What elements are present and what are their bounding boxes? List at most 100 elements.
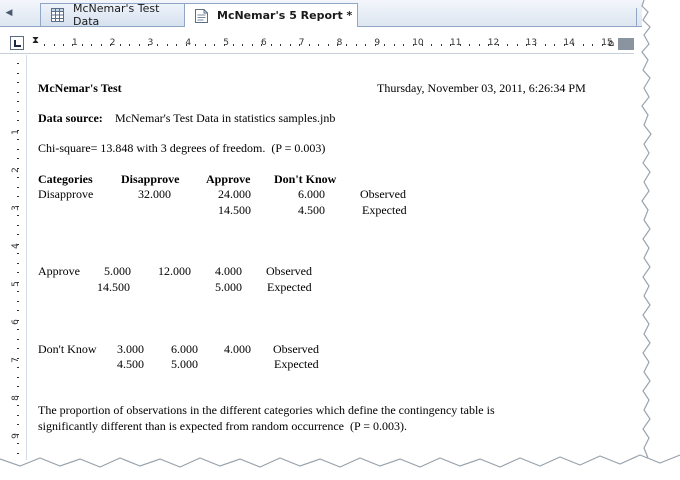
tab-mcnemars-5-report[interactable]: McNemar's 5 Report *	[184, 3, 358, 27]
vertical-ruler-tick-label: 3	[10, 205, 21, 211]
ruler-tick	[242, 44, 244, 46]
vertical-ruler-tick	[17, 177, 19, 178]
vertical-ruler-tick	[17, 300, 19, 302]
vertical-ruler-tick	[17, 243, 19, 245]
ruler-tick-label: 4	[185, 38, 192, 48]
vertical-ruler-tick-label: 5	[10, 281, 21, 287]
cell-expected: 5.000	[215, 280, 242, 294]
ruler-tick	[450, 44, 452, 46]
ruler-tick-label: 12	[487, 38, 500, 48]
ruler-tick-label: 14	[563, 38, 575, 48]
vertical-ruler-tick	[17, 348, 19, 349]
ruler-tick	[327, 44, 329, 46]
ruler-tick	[497, 44, 499, 46]
vertical-ruler-tick-label: 1	[10, 129, 21, 135]
ruler-tick-label: 6	[261, 38, 267, 48]
cell-observed: 6.000	[298, 187, 325, 201]
vertical-ruler-tick	[17, 129, 19, 131]
ruler-tick	[384, 44, 386, 46]
cell-observed: 32.000	[138, 187, 171, 201]
observed-label: Observed	[273, 342, 319, 356]
ruler-tick	[100, 44, 102, 46]
ruler-tick	[157, 44, 159, 46]
left-indent-marker-icon[interactable]: ⧗	[32, 35, 39, 46]
ruler-tick	[233, 44, 234, 46]
ruler-tick	[525, 44, 527, 46]
ruler-tick	[261, 44, 263, 46]
cell-observed: 12.000	[158, 264, 191, 278]
vertical-ruler-tick	[17, 139, 19, 140]
cell-observed: 6.000	[171, 342, 198, 356]
vertical-ruler-tick-label: 7	[10, 357, 21, 363]
ruler-tick	[365, 44, 367, 46]
vertical-ruler-tick	[17, 186, 19, 188]
cell-observed: 24.000	[218, 187, 251, 201]
vertical-ruler-tick	[17, 158, 19, 159]
ruler-tick	[582, 44, 584, 46]
cell-expected: 14.500	[97, 280, 130, 294]
cell-observed: 4.000	[215, 264, 242, 278]
conclusion-line: The proportion of observations in the di…	[38, 403, 495, 417]
ruler-tick	[355, 44, 357, 46]
vertical-ruler[interactable]: 12345678910	[9, 55, 27, 480]
vertical-ruler-tick-label: 9	[10, 433, 21, 439]
vertical-ruler-tick	[17, 262, 19, 264]
ruler-tick	[138, 44, 140, 46]
ruler-tick-label: 9	[374, 38, 381, 48]
ruler-tick-label: 13	[525, 38, 538, 48]
torn-edge-bottom	[0, 454, 680, 479]
vertical-ruler-tick	[17, 386, 19, 387]
vertical-ruler-tick	[17, 167, 19, 169]
vertical-ruler-tick	[17, 82, 19, 83]
tab-scroll-left-icon[interactable]: ◀	[4, 7, 14, 19]
conclusion-line: significantly different than is expected…	[38, 419, 407, 433]
vertical-ruler-tick	[17, 357, 19, 359]
vertical-ruler-tick	[17, 376, 19, 378]
ruler-tick	[516, 44, 518, 46]
tab-label: McNemar's Test Data	[73, 2, 160, 28]
ruler-tick	[280, 44, 282, 46]
header-dont-know: Don't Know	[274, 172, 337, 186]
ruler-tick	[214, 44, 216, 46]
ruler-tick	[507, 44, 508, 46]
data-source-label: Data source:	[38, 111, 103, 125]
report-page[interactable]: McNemar's Test Thursday, November 03, 20…	[28, 58, 640, 458]
ruler-tick	[195, 44, 197, 46]
header-categories: Categories	[38, 172, 93, 186]
ruler-tick	[299, 44, 301, 46]
ruler-tick	[563, 44, 565, 46]
ruler-tick	[601, 44, 603, 46]
observed-label: Observed	[266, 264, 312, 278]
vertical-ruler-tick	[17, 148, 19, 150]
ruler-tick	[44, 44, 45, 46]
ruler-tick-label: 7	[298, 38, 305, 48]
ruler-tick-label: 5	[223, 38, 229, 48]
vertical-ruler-tick	[17, 63, 19, 64]
vertical-ruler-tick	[17, 272, 19, 273]
ruler-tick	[119, 44, 121, 46]
ruler-tick	[91, 44, 93, 46]
vertical-ruler-tick	[17, 196, 19, 197]
ruler-tick	[393, 44, 395, 46]
ruler-tick	[185, 44, 187, 46]
vertical-ruler-tick	[17, 414, 19, 416]
vertical-ruler-tick-label: 4	[10, 243, 21, 249]
vertical-ruler-tick	[17, 224, 19, 226]
ruler-tick-label: 8	[336, 38, 343, 48]
ruler-tick	[72, 44, 74, 46]
tab-stop-selector-icon[interactable]	[10, 36, 24, 50]
ruler-tick	[346, 44, 348, 46]
cell-expected: 5.000	[171, 357, 198, 371]
vertical-ruler-tick	[17, 101, 19, 102]
horizontal-ruler[interactable]	[0, 34, 634, 54]
right-indent-marker-icon[interactable]: ⌂	[608, 38, 614, 49]
data-source-value: McNemar's Test Data in statistics sample…	[115, 111, 336, 125]
vertical-ruler-tick-label: 8	[10, 395, 21, 401]
vertical-ruler-tick	[17, 234, 19, 235]
ruler-tick	[318, 44, 319, 46]
ruler-tick	[81, 44, 83, 46]
tab-mcnemars-test-data[interactable]: McNemar's Test Data	[40, 2, 186, 28]
ruler-tick	[147, 44, 149, 46]
ruler-tick	[403, 44, 405, 46]
vertical-ruler-tick	[17, 253, 19, 254]
